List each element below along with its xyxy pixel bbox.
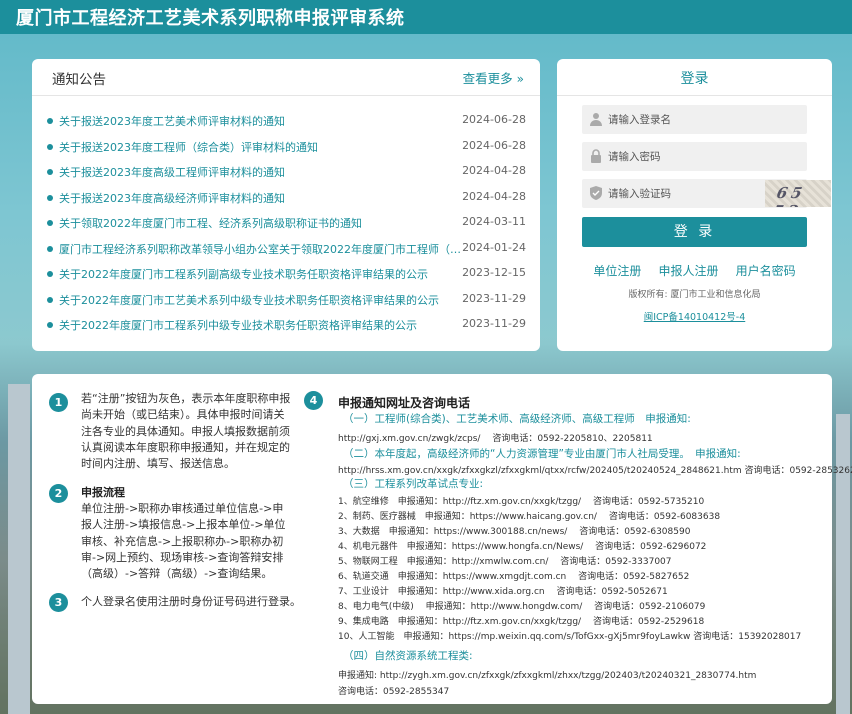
notice-item[interactable]: 关于报送2023年度工艺美术师评审材料的通知 2024-06-28 bbox=[32, 110, 540, 136]
captcha-text: 65 52 bbox=[771, 184, 808, 207]
double-chevron-right-icon: » bbox=[516, 72, 524, 86]
captcha-image[interactable]: 65 52 bbox=[765, 180, 831, 207]
notice-text[interactable]: 关于报送2023年度工艺美术师评审材料的通知 bbox=[59, 113, 463, 129]
contact-line: 5、物联网工程 申报通知：http://xmwlw.com.cn/ 咨询电话：0… bbox=[338, 557, 672, 567]
notice-item[interactable]: 关于报送2023年度工程师（综合类）评审材料的通知 2024-06-28 bbox=[32, 136, 540, 162]
notice-text[interactable]: 关于2022年度厦门市工艺美术系列中级专业技术职务任职资格评审结果的公示 bbox=[59, 292, 463, 308]
view-more-label: 查看更多 bbox=[462, 71, 513, 86]
step1-text: 若“注册”按钮为灰色，表示本年度职称申报尚未开始（或已结束）。具体申报时间请关注… bbox=[81, 392, 291, 471]
notice-text[interactable]: 关于报送2023年度高级工程师评审材料的通知 bbox=[59, 164, 463, 180]
notice-date: 2024-04-28 bbox=[462, 189, 526, 203]
app-title: 厦门市工程经济工艺美术系列职称申报评审系统 bbox=[16, 8, 405, 29]
notice-text[interactable]: 关于2022年度厦门市工程系列副高级专业技术职务任职资格评审结果的公示 bbox=[59, 266, 463, 282]
bullet-icon bbox=[47, 169, 53, 175]
username-input[interactable] bbox=[604, 105, 754, 134]
contact-section-header: （一）工程师(综合类)、工艺美术师、高级经济师、高级工程师 申报通知: bbox=[343, 413, 691, 425]
bullet-icon bbox=[47, 271, 53, 277]
notice-header: 通知公告 查看更多» bbox=[32, 59, 540, 96]
notice-text[interactable]: 关于报送2023年度工程师（综合类）评审材料的通知 bbox=[59, 139, 463, 155]
login-button[interactable]: 登 录 bbox=[582, 217, 807, 247]
password-field[interactable] bbox=[582, 142, 807, 171]
shield-icon bbox=[590, 186, 602, 200]
username-password-link[interactable]: 用户名密码 bbox=[736, 264, 796, 278]
captcha-input[interactable] bbox=[604, 179, 754, 208]
contact-line: 2、制药、医疗器械 申报通知：https://www.haicang.gov.c… bbox=[338, 512, 721, 522]
login-title: 登录 bbox=[557, 59, 832, 96]
lock-icon bbox=[591, 149, 601, 163]
step-number-badge: 3 bbox=[49, 593, 68, 612]
bullet-icon bbox=[47, 194, 53, 201]
notice-date: 2023-11-29 bbox=[462, 291, 526, 305]
step2-title: 申报流程 bbox=[81, 486, 125, 499]
notice-item[interactable]: 关于报送2023年度高级经济师评审材料的通知 2024-04-28 bbox=[32, 187, 540, 213]
contact-line: 7、工业设计 申报通知：http://www.xida.org.cn 咨询电话：… bbox=[338, 587, 668, 597]
bullet-icon bbox=[47, 245, 53, 252]
captcha-field[interactable]: 65 52 bbox=[582, 179, 831, 208]
view-more-link[interactable]: 查看更多» bbox=[463, 68, 524, 87]
contact-line: 8、电力电气(中级) 申报通知：http://www.hongdw.com/ 咨… bbox=[338, 602, 706, 612]
contact-section-header: （二）本年度起，高级经济师的“人力资源管理”专业由厦门市人社局受理。 申报通知: bbox=[343, 448, 741, 460]
step-number-badge: 2 bbox=[49, 484, 68, 503]
notice-date: 2024-03-11 bbox=[462, 215, 526, 228]
contact-line: 3、大数据 申报通知：https://www.300188.cn/news/ 咨… bbox=[338, 527, 691, 537]
contact-line: 4、机电元器件 申报通知：https://www.hongfa.cn/News/… bbox=[338, 542, 707, 552]
contact-line: 6、轨道交通 申报通知：https://www.xmgdjt.com.cn 咨询… bbox=[338, 572, 690, 582]
notice-item[interactable]: 厦门市工程经济系列职称改革领导小组办公室关于领取2022年度厦门市工程师（综合类… bbox=[32, 238, 540, 264]
notice-date: 2024-04-28 bbox=[462, 164, 526, 177]
notice-title: 通知公告 bbox=[52, 72, 106, 88]
password-input[interactable] bbox=[604, 142, 754, 171]
icp-link[interactable]: 闽ICP备14010412号-4 bbox=[557, 309, 832, 323]
contact-line: http://hrss.xm.gov.cn/xxgk/zfxxgkzl/zfxx… bbox=[338, 466, 852, 476]
notice-text[interactable]: 关于领取2022年度厦门市工程、经济系列高级职称证书的通知 bbox=[59, 215, 463, 231]
notice-panel: 通知公告 查看更多» 关于报送2023年度工艺美术师评审材料的通知 2024-06… bbox=[32, 59, 540, 351]
app-header: 厦门市工程经济工艺美术系列职称申报评审系统 bbox=[0, 0, 852, 34]
contact-line: 9、集成电路 申报通知：http://ftz.xm.gov.cn/xxgk/tz… bbox=[338, 617, 705, 627]
register-links: 单位注册 申报人注册 用户名密码 bbox=[557, 260, 832, 279]
username-field[interactable] bbox=[582, 105, 807, 134]
login-panel: 登录 65 52 登 录 单位注册 申报人注册 用户名密码 版权所有: 厦门市工… bbox=[557, 59, 832, 351]
bullet-icon bbox=[47, 118, 53, 124]
contact-section-header: （四）自然资源系统工程类: bbox=[343, 650, 473, 662]
bullet-icon bbox=[47, 296, 53, 303]
person-register-link[interactable]: 申报人注册 bbox=[658, 264, 718, 278]
bullet-icon bbox=[47, 220, 53, 226]
notice-text[interactable]: 关于2022年度厦门市工程系列中级专业技术职务任职资格评审结果的公示 bbox=[59, 317, 463, 333]
notice-date: 2023-11-29 bbox=[462, 317, 526, 330]
notice-date: 2024-01-24 bbox=[462, 240, 526, 254]
notice-date: 2024-06-28 bbox=[462, 113, 526, 126]
notice-item[interactable]: 关于报送2023年度高级工程师评审材料的通知 2024-04-28 bbox=[32, 161, 540, 187]
notice-date: 2023-12-15 bbox=[462, 266, 526, 279]
notice-item[interactable]: 关于2022年度厦门市工程系列副高级专业技术职务任职资格评审结果的公示 2023-… bbox=[32, 263, 540, 289]
info-panel: 1 若“注册”按钮为灰色，表示本年度职称申报尚未开始（或已结束）。具体申报时间请… bbox=[32, 374, 852, 704]
contact-line: 咨询电话：0592-2855347 bbox=[338, 687, 450, 697]
step-number-badge: 1 bbox=[49, 393, 68, 412]
bullet-icon bbox=[47, 322, 53, 328]
contact-line: 10、人工智能 申报通知：https://mp.weixin.qq.com/s/… bbox=[338, 632, 802, 642]
notice-item[interactable]: 关于2022年度厦门市工艺美术系列中级专业技术职务任职资格评审结果的公示 2023… bbox=[32, 289, 540, 315]
copyright-text: 版权所有: 厦门市工业和信息化局 bbox=[628, 290, 761, 300]
unit-register-link[interactable]: 单位注册 bbox=[593, 264, 641, 278]
notice-list: 关于报送2023年度工艺美术师评审材料的通知 2024-06-28 关于报送202… bbox=[32, 110, 540, 340]
background-building bbox=[8, 384, 30, 714]
user-icon bbox=[590, 113, 602, 126]
step3-text: 个人登录名使用注册时身份证号码进行登录。 bbox=[81, 595, 301, 608]
background-building bbox=[836, 414, 850, 714]
notice-date: 2024-06-28 bbox=[462, 138, 526, 152]
contact-section-header: （三）工程系列改革试点专业: bbox=[343, 478, 484, 490]
contact-line: 申报通知: http://zygh.xm.gov.cn/zfxxgk/zfxxg… bbox=[338, 671, 757, 681]
notice-item[interactable]: 关于2022年度厦门市工程系列中级专业技术职务任职资格评审结果的公示 2023-1… bbox=[32, 314, 540, 340]
contact-title: 申报通知网址及咨询电话 bbox=[338, 396, 471, 410]
step2-text: 单位注册->职称办审核通过单位信息->申报人注册->填报信息->上报本单位->单… bbox=[81, 502, 286, 581]
contact-line: http://gxj.xm.gov.cn/zwgk/zcps/ 咨询电话：059… bbox=[338, 434, 653, 444]
notice-text[interactable]: 关于报送2023年度高级经济师评审材料的通知 bbox=[59, 190, 463, 206]
bullet-icon bbox=[47, 143, 53, 150]
notice-item[interactable]: 关于领取2022年度厦门市工程、经济系列高级职称证书的通知 2024-03-11 bbox=[32, 212, 540, 238]
step-number-badge: 4 bbox=[304, 391, 323, 410]
contact-line: 1、航空维修 申报通知：http://ftz.xm.gov.cn/xxgk/tz… bbox=[338, 497, 705, 507]
notice-text[interactable]: 厦门市工程经济系列职称改革领导小组办公室关于领取2022年度厦门市工程师（综合类… bbox=[59, 241, 463, 257]
